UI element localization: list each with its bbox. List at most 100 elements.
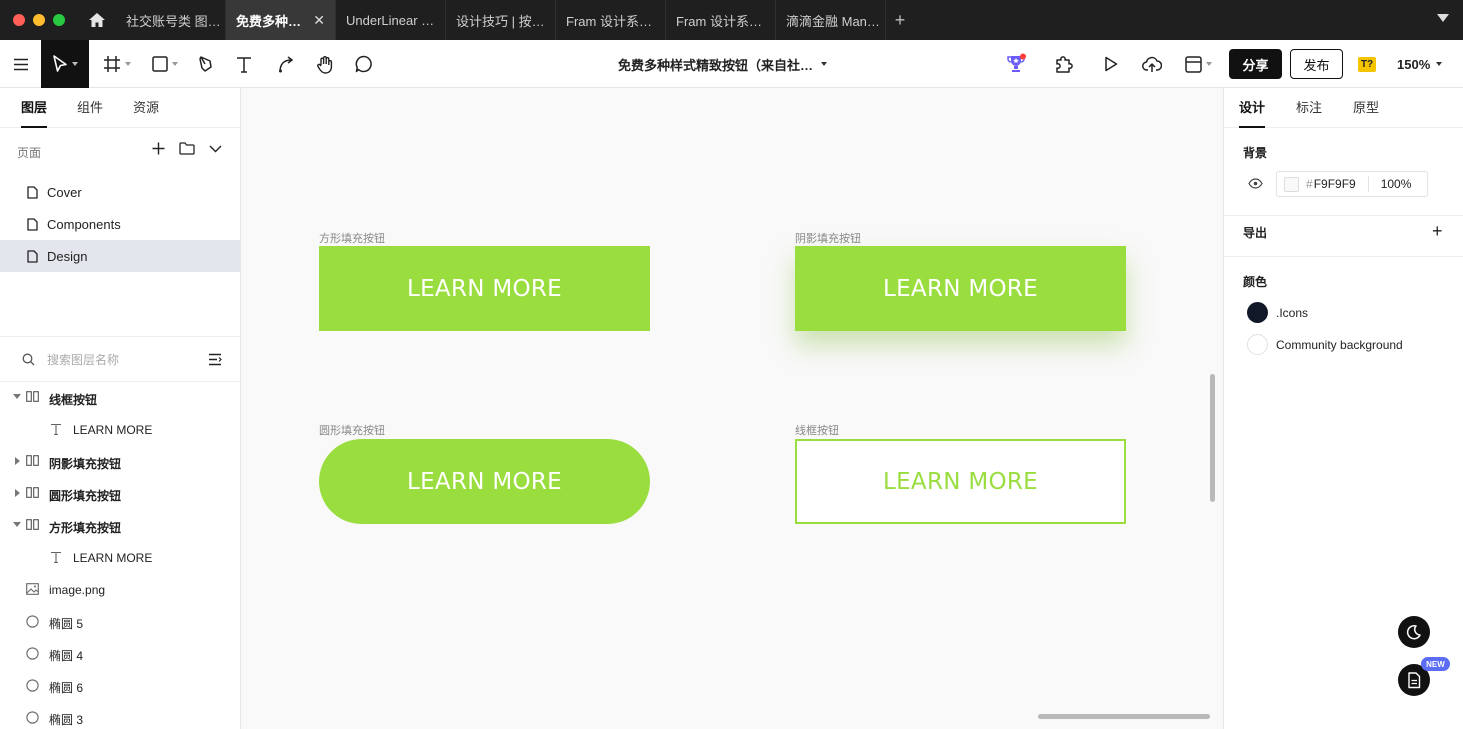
frame-columns-icon (26, 487, 39, 498)
browser-tab[interactable]: Fram 设计系… (556, 0, 666, 40)
tab-menu-chevron-icon[interactable] (1437, 14, 1449, 22)
page-item[interactable]: Design (0, 240, 240, 272)
pages-heading: 页面 (17, 145, 42, 160)
layer-name: 阴影填充按钮 (49, 457, 122, 471)
frame-label[interactable]: 圆形填充按钮 (319, 422, 385, 438)
layer-row[interactable]: 方形填充按钮 (0, 510, 240, 542)
expand-caret-right-icon[interactable] (15, 457, 20, 465)
shape-tool-button[interactable] (148, 40, 182, 88)
page-item[interactable]: Components (0, 208, 240, 240)
upload-button[interactable] (1138, 40, 1166, 88)
frame-columns-icon (26, 519, 39, 530)
page-icon (27, 249, 38, 263)
trophy-button[interactable] (1001, 40, 1031, 88)
pen-icon (199, 56, 212, 72)
chevron-down-icon (821, 62, 828, 66)
layer-row[interactable]: 椭圆 3 (0, 702, 240, 729)
collapse-chevron-down-icon[interactable] (209, 145, 222, 153)
frame-label[interactable]: 方形填充按钮 (319, 230, 385, 246)
layer-row[interactable]: 线框按钮 (0, 382, 240, 414)
add-page-icon[interactable] (152, 142, 165, 155)
main-menu-icon[interactable] (0, 40, 41, 88)
toolbar: 免费多种样式精致按钮（来自社… 分享 发布 T? 150% (0, 40, 1463, 88)
layer-row[interactable]: 椭圆 4 (0, 638, 240, 670)
document-title-dropdown[interactable]: 免费多种样式精致按钮（来自社… (618, 40, 828, 88)
dark-mode-button[interactable] (1398, 616, 1430, 648)
layer-row[interactable]: image.png (0, 574, 240, 606)
browser-tab[interactable]: UnderLinear … (336, 0, 446, 40)
learn-more-button-shadow[interactable]: LEARN MORE (795, 246, 1126, 331)
learn-more-button-fill[interactable]: LEARN MORE (319, 246, 650, 331)
expand-caret-right-icon[interactable] (15, 489, 20, 497)
present-button[interactable] (1098, 40, 1124, 88)
frame-label[interactable]: 线框按钮 (795, 422, 839, 438)
hand-tool-button[interactable] (311, 40, 339, 88)
expand-caret-down-icon[interactable] (13, 394, 21, 399)
background-hex-value[interactable]: F9F9F9 (1314, 177, 1356, 191)
add-export-button[interactable]: + (1432, 221, 1443, 242)
layout-button[interactable] (1180, 40, 1216, 88)
zoom-dropdown[interactable]: 150% (1397, 40, 1443, 88)
tab-prototype[interactable]: 原型 (1353, 88, 1379, 128)
tab-design[interactable]: 设计 (1239, 88, 1266, 128)
browser-tab[interactable]: Fram 设计系… (666, 0, 776, 40)
background-heading: 背景 (1243, 146, 1268, 160)
layer-row[interactable]: 阴影填充按钮 (0, 446, 240, 478)
publish-button[interactable]: 发布 (1290, 49, 1343, 79)
browser-tab[interactable]: 滴滴金融 Man… (776, 0, 886, 40)
frame-tool-button[interactable] (100, 40, 134, 88)
layer-row[interactable]: LEARN MORE (0, 542, 240, 574)
learn-more-button-outline[interactable]: LEARN MORE (795, 439, 1126, 524)
color-style-row[interactable]: Community background (1247, 334, 1403, 355)
ellipse-layer-icon (26, 647, 39, 660)
font-check-badge[interactable]: T? (1358, 57, 1376, 72)
tab-components[interactable]: 组件 (77, 88, 103, 128)
background-swatch[interactable] (1284, 176, 1299, 192)
minimize-window-button[interactable] (33, 14, 45, 26)
filter-list-icon[interactable] (208, 353, 222, 366)
search-icon (22, 353, 35, 365)
tab-label: UnderLinear … (346, 12, 435, 28)
tab-inspect[interactable]: 标注 (1296, 88, 1322, 128)
rectangle-icon (152, 56, 168, 72)
comment-tool-button[interactable] (350, 40, 378, 88)
color-style-row[interactable]: .Icons (1247, 302, 1308, 323)
text-tool-button[interactable] (230, 40, 258, 88)
connector-tool-button[interactable] (272, 40, 300, 88)
move-tool-button[interactable] (41, 40, 89, 88)
browser-tab[interactable]: 设计技巧 | 按… (446, 0, 556, 40)
close-tab-icon[interactable]: ✕ (313, 12, 325, 29)
pen-tool-button[interactable] (192, 40, 220, 88)
plugins-button[interactable] (1049, 40, 1079, 88)
learn-more-button-round[interactable]: LEARN MORE (319, 439, 650, 524)
horizontal-scrollbar[interactable] (1038, 714, 1210, 719)
background-opacity-value[interactable]: 100% (1381, 177, 1412, 191)
frame-columns-icon (26, 455, 39, 466)
folder-icon[interactable] (179, 142, 195, 155)
share-button[interactable]: 分享 (1229, 49, 1282, 79)
layer-name: LEARN MORE (73, 551, 153, 565)
new-tab-button[interactable]: + (886, 0, 914, 40)
layer-row[interactable]: 椭圆 5 (0, 606, 240, 638)
browser-tab[interactable]: 免费多种… ✕ (226, 0, 336, 40)
close-window-button[interactable] (13, 14, 25, 26)
export-heading: 导出 (1243, 226, 1268, 240)
browser-tab[interactable]: 社交账号类 图… (116, 0, 226, 40)
eye-icon[interactable] (1248, 178, 1263, 189)
tab-assets[interactable]: 资源 (133, 88, 159, 128)
expand-caret-down-icon[interactable] (13, 522, 21, 527)
design-canvas[interactable]: 方形填充按钮 LEARN MORE 阴影填充按钮 LEARN MORE 圆形填充按钮 LE… (241, 88, 1223, 729)
layer-row[interactable]: 椭圆 6 (0, 670, 240, 702)
document-icon (1408, 671, 1421, 688)
page-item[interactable]: Cover (0, 176, 240, 208)
frame-label[interactable]: 阴影填充按钮 (795, 230, 861, 246)
page-icon (27, 185, 38, 199)
layer-row[interactable]: 圆形填充按钮 (0, 478, 240, 510)
maximize-window-button[interactable] (53, 14, 65, 26)
background-color-field[interactable]: # F9F9F9 100% (1276, 171, 1428, 197)
home-icon[interactable] (84, 0, 110, 40)
tab-layers[interactable]: 图层 (21, 88, 48, 128)
vertical-scrollbar[interactable] (1210, 374, 1215, 502)
layer-row[interactable]: LEARN MORE (0, 414, 240, 446)
layer-search[interactable]: 搜索图层名称 (0, 336, 240, 382)
